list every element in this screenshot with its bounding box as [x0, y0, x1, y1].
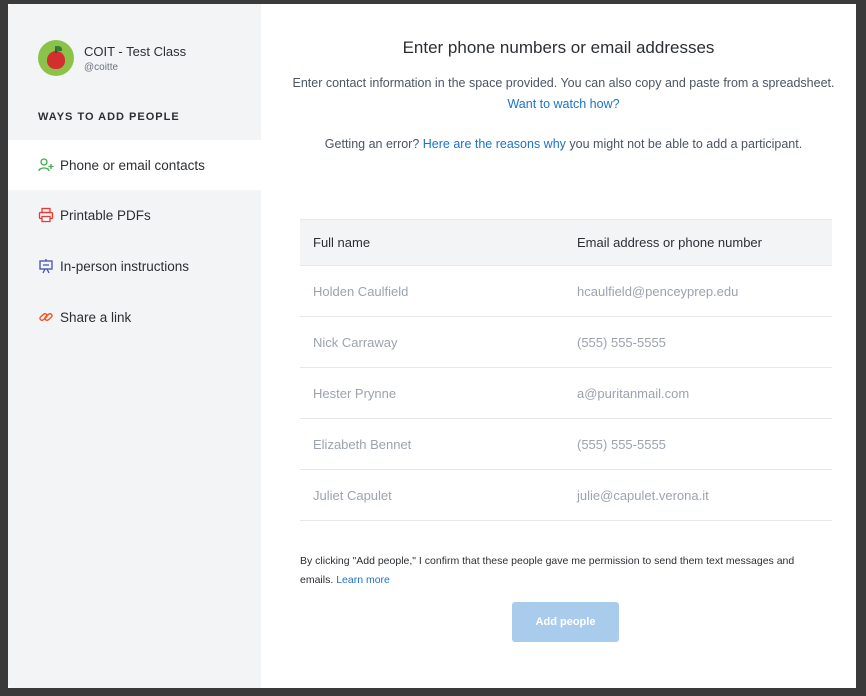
reasons-why-link[interactable]: Here are the reasons why — [423, 137, 566, 151]
consent-text: By clicking "Add people," I confirm that… — [300, 552, 830, 590]
name-input[interactable]: Hester Prynne — [300, 386, 565, 401]
contacts-table: Full name Email address or phone number … — [300, 219, 832, 521]
table-row: Hester Prynne a@puritanmail.com — [300, 368, 832, 419]
add-people-modal: COIT - Test Class @coitte WAYS TO ADD PE… — [8, 4, 856, 688]
sidebar-item-label: Phone or email contacts — [60, 157, 205, 173]
sidebar-item-printable-pdfs[interactable]: Printable PDFs — [8, 190, 261, 240]
backdrop-bottom — [0, 688, 866, 696]
learn-more-link[interactable]: Learn more — [336, 574, 390, 586]
watch-how-link[interactable]: Want to watch how? — [507, 97, 619, 111]
apple-icon — [47, 51, 65, 69]
class-name: COIT - Test Class — [84, 44, 187, 59]
sidebar: COIT - Test Class @coitte WAYS TO ADD PE… — [8, 4, 261, 688]
main-panel: Enter phone numbers or email addresses E… — [261, 4, 856, 688]
intro-text-body: Enter contact information in the space p… — [292, 76, 835, 90]
table-row: Nick Carraway (555) 555-5555 — [300, 317, 832, 368]
apple-leaf — [55, 46, 62, 51]
name-input[interactable]: Holden Caulfield — [300, 284, 565, 299]
add-people-button[interactable]: Add people — [512, 602, 619, 642]
page-title: Enter phone numbers or email addresses — [402, 38, 715, 57]
contact-input[interactable]: a@puritanmail.com — [565, 386, 832, 401]
sidebar-item-label: Printable PDFs — [60, 207, 151, 223]
sidebar-item-share-link[interactable]: Share a link — [8, 292, 261, 342]
contact-input[interactable]: (555) 555-5555 — [565, 335, 832, 350]
ways-to-add-title: WAYS TO ADD PEOPLE — [38, 111, 180, 123]
sidebar-item-in-person[interactable]: In-person instructions — [8, 241, 261, 291]
add-person-icon — [38, 158, 54, 172]
name-input[interactable]: Juliet Capulet — [300, 488, 565, 503]
sidebar-item-label: In-person instructions — [60, 258, 190, 274]
link-icon — [39, 313, 53, 321]
sidebar-item-phone-email[interactable]: Phone or email contacts — [8, 140, 261, 190]
table-header: Full name Email address or phone number — [300, 219, 832, 266]
name-input[interactable]: Nick Carraway — [300, 335, 565, 350]
contact-input[interactable]: hcaulfield@penceyprep.edu — [565, 284, 832, 299]
error-prefix: Getting an error? — [324, 137, 420, 151]
error-help-text: Getting an error? Here are the reasons w… — [316, 134, 811, 155]
table-row: Holden Caulfield hcaulfield@penceyprep.e… — [300, 266, 832, 317]
table-row: Elizabeth Bennet (555) 555-5555 — [300, 419, 832, 470]
error-suffix: you might not be able to add a participa… — [569, 137, 803, 151]
backdrop-right — [856, 0, 866, 696]
name-input[interactable]: Elizabeth Bennet — [300, 437, 565, 452]
table-row: Juliet Capulet julie@capulet.verona.it — [300, 470, 832, 521]
presentation-board-icon — [39, 259, 53, 274]
column-header-full-name: Full name — [313, 235, 371, 250]
sidebar-item-label: Share a link — [60, 309, 132, 325]
class-avatar — [38, 40, 74, 76]
class-header: COIT - Test Class @coitte — [38, 40, 186, 76]
intro-text: Enter contact information in the space p… — [291, 73, 836, 115]
contact-input[interactable]: julie@capulet.verona.it — [565, 488, 832, 503]
column-header-contact: Email address or phone number — [577, 235, 762, 250]
backdrop-left — [0, 0, 8, 696]
contact-input[interactable]: (555) 555-5555 — [565, 437, 832, 452]
class-handle: @coitte — [84, 62, 119, 73]
printer-icon — [38, 207, 54, 223]
